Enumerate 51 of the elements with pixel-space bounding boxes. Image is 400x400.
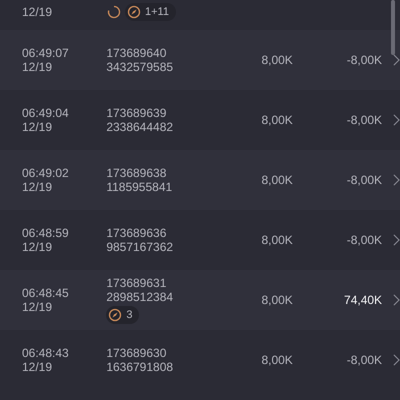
scrollbar-thumb[interactable] — [391, 0, 395, 55]
bet-amount: 8,00K — [260, 233, 293, 247]
date-text: 12/19 — [22, 240, 54, 254]
win-amount: -8,00K — [346, 53, 382, 67]
date-text: 12/19 — [22, 360, 54, 374]
chevron-right-icon[interactable] — [393, 294, 400, 306]
win-amount: -8,00K — [346, 113, 382, 127]
time-text: 06:49:04 — [22, 106, 70, 120]
bet-amount: 8,00K — [260, 53, 293, 67]
badge-pill: 3 — [106, 306, 140, 324]
round-id: 173689638 — [106, 166, 168, 180]
date-text: 12/19 — [22, 180, 54, 194]
time-text: 06:48:59 — [22, 226, 70, 240]
round-id: 2898512384 — [106, 290, 174, 304]
chevron-right-icon[interactable] — [393, 234, 400, 246]
round-id: 3432579585 — [106, 60, 174, 74]
chevron-right-icon[interactable] — [393, 354, 400, 366]
bet-amount: 8,00K — [260, 353, 293, 367]
date-text: 12/19 — [22, 5, 54, 19]
compass-icon — [108, 308, 122, 322]
bet-amount: 8,00K — [260, 293, 293, 307]
transaction-row[interactable]: 06:48:45 12/19 173689631 2898512384 3 8,00K 74,40K — [0, 270, 400, 330]
round-id: 173689640 — [106, 46, 168, 60]
round-id: 173689636 — [106, 226, 168, 240]
time-text: 06:49:02 — [22, 166, 70, 180]
chevron-right-icon[interactable] — [393, 114, 400, 126]
round-id: 9857167362 — [106, 240, 174, 254]
win-amount: -8,00K — [346, 173, 382, 187]
round-id: 1636791808 — [106, 360, 174, 374]
bet-amount: 8,00K — [260, 113, 293, 127]
win-amount: -8,00K — [346, 233, 382, 247]
win-amount: 74,40K — [343, 293, 382, 307]
round-id: 173689639 — [106, 106, 168, 120]
chevron-right-icon[interactable] — [393, 54, 400, 66]
time-text: 06:48:43 — [22, 346, 70, 360]
date-text: 12/19 — [22, 60, 54, 74]
transaction-row[interactable]: 06:49:02 12/19 173689638 1185955841 8,00K -8,00K — [0, 150, 400, 210]
round-id: 1185955841 — [106, 180, 174, 194]
date-text: 12/19 — [22, 300, 54, 314]
win-amount: -8,00K — [346, 353, 382, 367]
badge-pill: 1+11 — [125, 3, 176, 21]
compass-icon — [127, 5, 141, 19]
chevron-right-icon[interactable] — [393, 174, 400, 186]
time-text: 06:49:07 — [22, 46, 70, 60]
time-text: 06:48:45 — [22, 286, 70, 300]
bet-amount: 8,00K — [260, 173, 293, 187]
round-id: 173689630 — [106, 346, 168, 360]
date-text: 12/19 — [22, 120, 54, 134]
transaction-row[interactable]: 06:49:07 12/19 173689640 3432579585 8,00K -8,00K — [0, 30, 400, 90]
round-id: 2338644482 — [106, 120, 174, 134]
round-id: 173689631 — [106, 276, 168, 290]
